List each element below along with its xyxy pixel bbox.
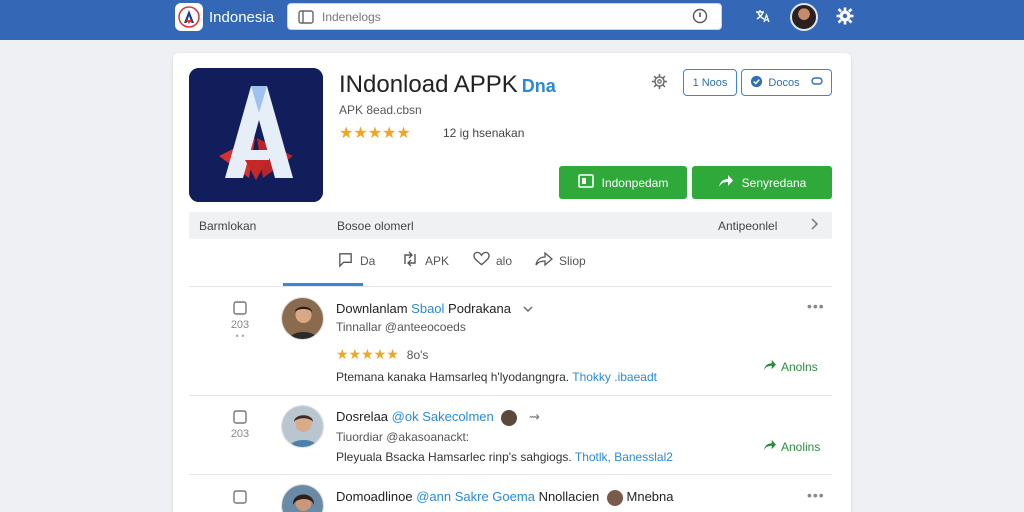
heart-icon [473,251,490,270]
chevron-right-icon[interactable] [809,217,819,234]
comment-rating: ★★★★★ 8o's [336,346,429,362]
download-icon [577,174,594,191]
comment-bubble-icon [337,251,354,271]
comment-count: 203 [230,319,250,331]
share-icon [535,251,553,270]
settings-gear-icon[interactable] [836,7,854,30]
like-action[interactable]: alo [473,251,512,270]
action-bar: Da APK alo Sliop [173,249,851,289]
repost-action-label: APK [425,253,450,268]
app-logo-icon [189,68,323,202]
comment-text: Ptemana kanaka Hamsarleq h'lyodangngra. … [336,370,657,384]
docs-button[interactable]: Docos [741,69,832,96]
app-subtitle: APK 8ead.cbsn [339,103,422,117]
check-circle-icon [750,75,763,91]
more-options-icon[interactable]: ••• [807,487,825,503]
commenter-avatar[interactable] [281,405,324,448]
comment-side [228,489,252,508]
comment-side: 203 [228,409,252,440]
comment-share-button[interactable]: Anolns [763,359,818,374]
app-tag: Dna [521,76,556,96]
download-button[interactable]: Indonpedam [559,166,687,199]
follow-button-label: 1 Noos [692,76,728,89]
repost-icon [401,251,419,270]
site-logo-icon[interactable] [175,3,203,31]
commenter-name[interactable]: Downlanlam Sbaol Podrakana [336,301,533,316]
commenter-name[interactable]: Dosrelaa @ok Sakecolmen ⇝ [336,409,540,426]
comment-action-label: Da [360,254,376,268]
mini-avatar [501,409,518,426]
filter-icon [298,9,314,30]
info-bar[interactable]: Barmlokan Bosoe olomerl Antipeonlel [189,212,832,239]
comment-action[interactable]: Da [337,251,375,271]
comment-link[interactable]: Thokky .ibaeadt [572,370,657,384]
divider [189,395,832,396]
app-settings-icon[interactable] [651,73,668,95]
search-bar[interactable]: Indenelogs [287,3,722,30]
mini-avatar [606,489,623,506]
app-title: INdonload APPK Dna [339,71,556,98]
translate-icon[interactable] [754,8,770,29]
share-button-label: Senyredana [741,175,807,190]
docs-button-label: Docos [768,76,800,89]
commenter-handle: ... [336,508,346,512]
share-arrow-icon [763,439,777,454]
comment-share-button[interactable]: Anolins [763,439,820,454]
commenter-avatar[interactable] [281,484,324,512]
chevron-down-icon[interactable] [523,301,533,316]
share-action[interactable]: Sliop [535,251,586,270]
repost-action[interactable]: APK [401,251,449,270]
brand-name[interactable]: Indonesia [209,9,274,26]
info-left[interactable]: Barmlokan [199,219,256,233]
follow-button[interactable]: 1 Noos [683,69,737,96]
comment-text: Pleyuala Bsacka Hamsarlec rinp's sahgiog… [336,450,673,464]
share-arrow-icon [763,359,777,374]
bookmark-icon[interactable] [232,410,248,428]
user-avatar[interactable] [790,3,818,31]
info-right[interactable]: Antipeonlel [718,219,777,233]
bookmark-icon[interactable] [232,301,248,319]
commenter-name[interactable]: Domoadlinoe @ann Sakre Goema Nnollacien … [336,489,674,506]
share-action-label: Sliop [559,253,586,268]
app-rating-stars: ★★★★★ [339,125,411,142]
search-input[interactable]: Indenelogs [322,10,381,24]
comment-link[interactable]: Thotlk, Banesslal2 [575,450,673,464]
app-rating-text: 12 ig hsenakan [443,126,525,140]
comment-side: 203 • • [228,300,252,341]
info-middle[interactable]: Bosoe olomerl [337,219,414,233]
repost-small-icon[interactable]: ⇝ [529,409,540,424]
commenter-avatar[interactable] [281,297,324,340]
link-icon [810,76,823,89]
comment-count: 203 [230,428,250,440]
download-button-label: Indonpedam [601,175,669,190]
top-bar: Indonesia Indenelogs [0,0,1024,40]
divider [189,474,832,475]
commenter-handle: Tinnallar @anteeocoeds [336,320,466,334]
share-arrow-icon [718,174,734,191]
app-detail-card: INdonload APPK Dna APK 8ead.cbsn ★★★★★ 12… [173,53,851,512]
more-options-icon[interactable]: ••• [807,298,825,314]
bookmark-icon[interactable] [232,490,248,508]
like-action-label: alo [496,253,513,268]
commenter-handle: Tiuordiar @akasoanackt: [336,430,470,444]
search-clear-icon[interactable] [692,8,708,29]
divider [189,286,832,287]
share-button[interactable]: Senyredana [692,166,832,199]
